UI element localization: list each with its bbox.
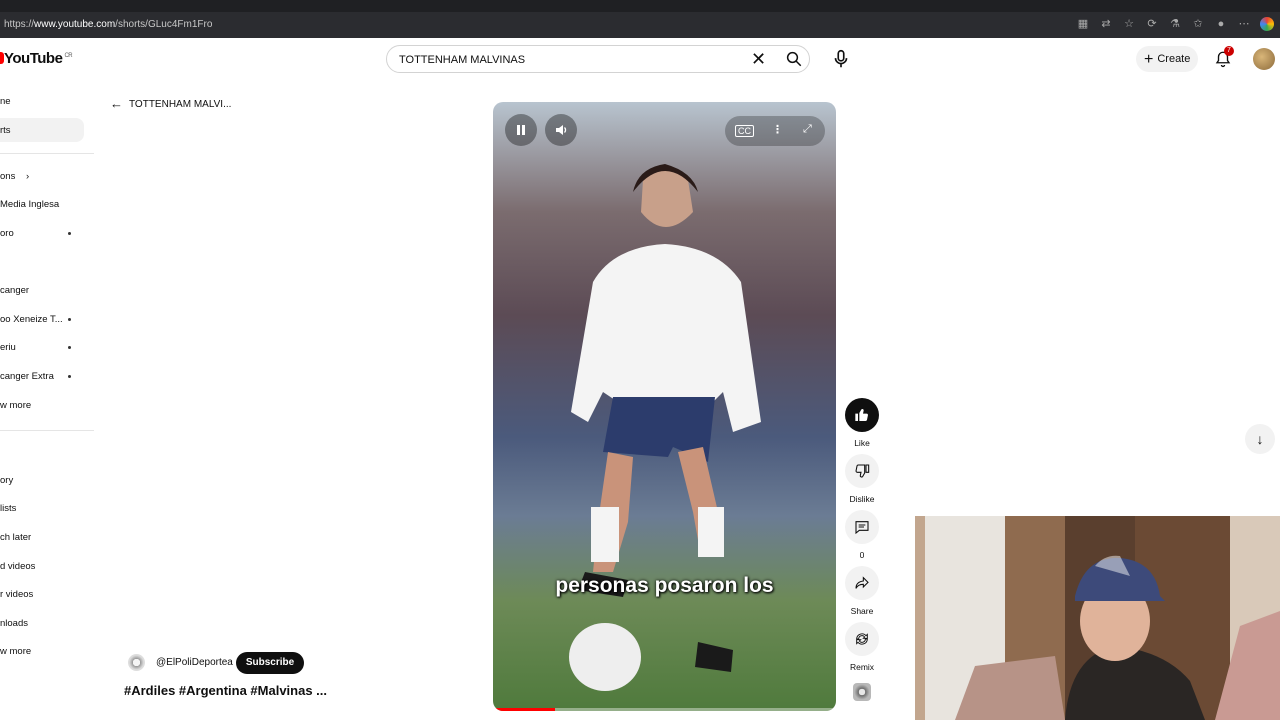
- sidebar-item-history[interactable]: ory: [0, 475, 90, 486]
- video-caption: personas posaron los: [555, 574, 774, 597]
- short-description[interactable]: #Ardiles #Argentina #Malvinas ...: [124, 683, 327, 698]
- volume-button[interactable]: [545, 114, 577, 146]
- back-button[interactable]: ← TOTTENHAM MALVI...: [110, 96, 231, 111]
- lab-icon[interactable]: ⚗: [1168, 17, 1182, 31]
- thumbs-down-icon: [855, 464, 870, 478]
- profile-icon[interactable]: ●: [1214, 17, 1228, 31]
- fullscreen-icon[interactable]: ⤢: [803, 123, 812, 136]
- share-button[interactable]: Share: [845, 566, 879, 616]
- more-options-icon[interactable]: ⋮: [772, 123, 783, 136]
- sidebar-item-liked-videos[interactable]: d videos: [0, 561, 90, 572]
- extension-icon[interactable]: ⟳: [1145, 17, 1159, 31]
- address-bar[interactable]: https://www.youtube.com/shorts/GLuc4Fm1F…: [0, 12, 1280, 38]
- sidebar-subscription-channel[interactable]: canger Extra: [0, 371, 90, 382]
- star-icon[interactable]: ☆: [1122, 17, 1136, 31]
- search-input[interactable]: TOTTENHAM MALVINAS: [399, 54, 525, 66]
- dislike-button[interactable]: Dislike: [845, 454, 879, 504]
- favorites-icon[interactable]: ✩: [1191, 17, 1205, 31]
- mic-icon[interactable]: [830, 48, 852, 70]
- next-short-button[interactable]: ↓: [1245, 424, 1275, 454]
- player-top-controls: CC ⋮ ⤢: [725, 116, 825, 146]
- sidebar-divider: [0, 430, 94, 431]
- webcam-feed-image: [915, 516, 1280, 720]
- sidebar-show-more[interactable]: w more: [0, 400, 90, 411]
- notification-badge: 7: [1224, 46, 1234, 56]
- plus-icon: +: [1144, 51, 1154, 68]
- apps-icon[interactable]: ▦: [1076, 17, 1090, 31]
- sidebar-subscription-channel[interactable]: oro: [0, 228, 90, 239]
- create-button[interactable]: + Create: [1136, 46, 1198, 72]
- volume-icon: [556, 125, 567, 135]
- new-content-dot: [68, 232, 71, 235]
- account-avatar[interactable]: [1253, 48, 1275, 70]
- share-icon: [855, 576, 869, 589]
- webcam-overlay: [915, 516, 1280, 720]
- sidebar-subscription-channel[interactable]: canger: [0, 285, 90, 296]
- comment-icon: [855, 521, 869, 535]
- search-box[interactable]: TOTTENHAM MALVINAS ✕: [386, 45, 810, 73]
- new-content-dot: [68, 375, 71, 378]
- sidebar-divider: [0, 153, 94, 154]
- sidebar-item-subscriptions[interactable]: ons ›: [0, 171, 90, 182]
- url-text[interactable]: https://www.youtube.com/shorts/GLuc4Fm1F…: [4, 19, 212, 30]
- remix-button[interactable]: Remix: [845, 622, 879, 672]
- sidebar-item-home[interactable]: ne: [0, 96, 90, 107]
- channel-avatar[interactable]: [128, 654, 145, 671]
- sidebar-item-your-videos[interactable]: r videos: [0, 589, 90, 600]
- pause-icon: [517, 125, 525, 135]
- clear-search-icon[interactable]: ✕: [751, 49, 766, 69]
- sidebar-item-watch-later[interactable]: ch later: [0, 532, 90, 543]
- new-content-dot: [68, 346, 71, 349]
- browser-tab-strip[interactable]: [0, 0, 1280, 12]
- notifications-button[interactable]: 7: [1214, 46, 1234, 68]
- copilot-icon[interactable]: [1260, 17, 1274, 31]
- sidebar-subscription-channel[interactable]: eriu: [0, 342, 90, 353]
- short-video-player[interactable]: CC ⋮ ⤢ personas posaron los: [493, 102, 836, 711]
- captions-icon[interactable]: CC: [735, 125, 754, 137]
- channel-handle[interactable]: @ElPoliDeportea: [156, 657, 233, 668]
- sidebar-subscription-channel[interactable]: oo Xeneize T...: [0, 314, 90, 325]
- audio-channel-thumbnail[interactable]: [853, 683, 871, 701]
- pause-button[interactable]: [505, 114, 537, 146]
- thumbs-up-icon: [855, 409, 868, 422]
- search-icon[interactable]: [785, 50, 803, 68]
- sidebar-item-shorts[interactable]: rts: [0, 118, 84, 142]
- comments-button[interactable]: 0: [845, 510, 879, 560]
- sidebar-show-more[interactable]: w more: [0, 646, 90, 657]
- sidebar-item-playlists[interactable]: lists: [0, 503, 90, 514]
- like-button[interactable]: Like: [845, 398, 879, 448]
- sidebar-subscription-channel[interactable]: Media Inglesa: [0, 199, 90, 210]
- sidebar-item-downloads[interactable]: nloads: [0, 618, 90, 629]
- new-content-dot: [68, 318, 71, 321]
- remix-icon: [856, 633, 868, 645]
- youtube-logo[interactable]: YouTube CR: [0, 50, 73, 67]
- arrow-left-icon: ←: [110, 96, 123, 111]
- video-progress-fill: [493, 708, 555, 711]
- more-icon[interactable]: ⋯: [1237, 17, 1251, 31]
- chevron-right-icon: ›: [25, 171, 30, 182]
- video-progress-bar[interactable]: [493, 708, 836, 711]
- arrow-down-icon: ↓: [1256, 431, 1264, 447]
- video-frame-image: [569, 164, 761, 691]
- translate-icon[interactable]: ⇄: [1099, 17, 1113, 31]
- subscribe-button[interactable]: Subscribe: [236, 652, 304, 674]
